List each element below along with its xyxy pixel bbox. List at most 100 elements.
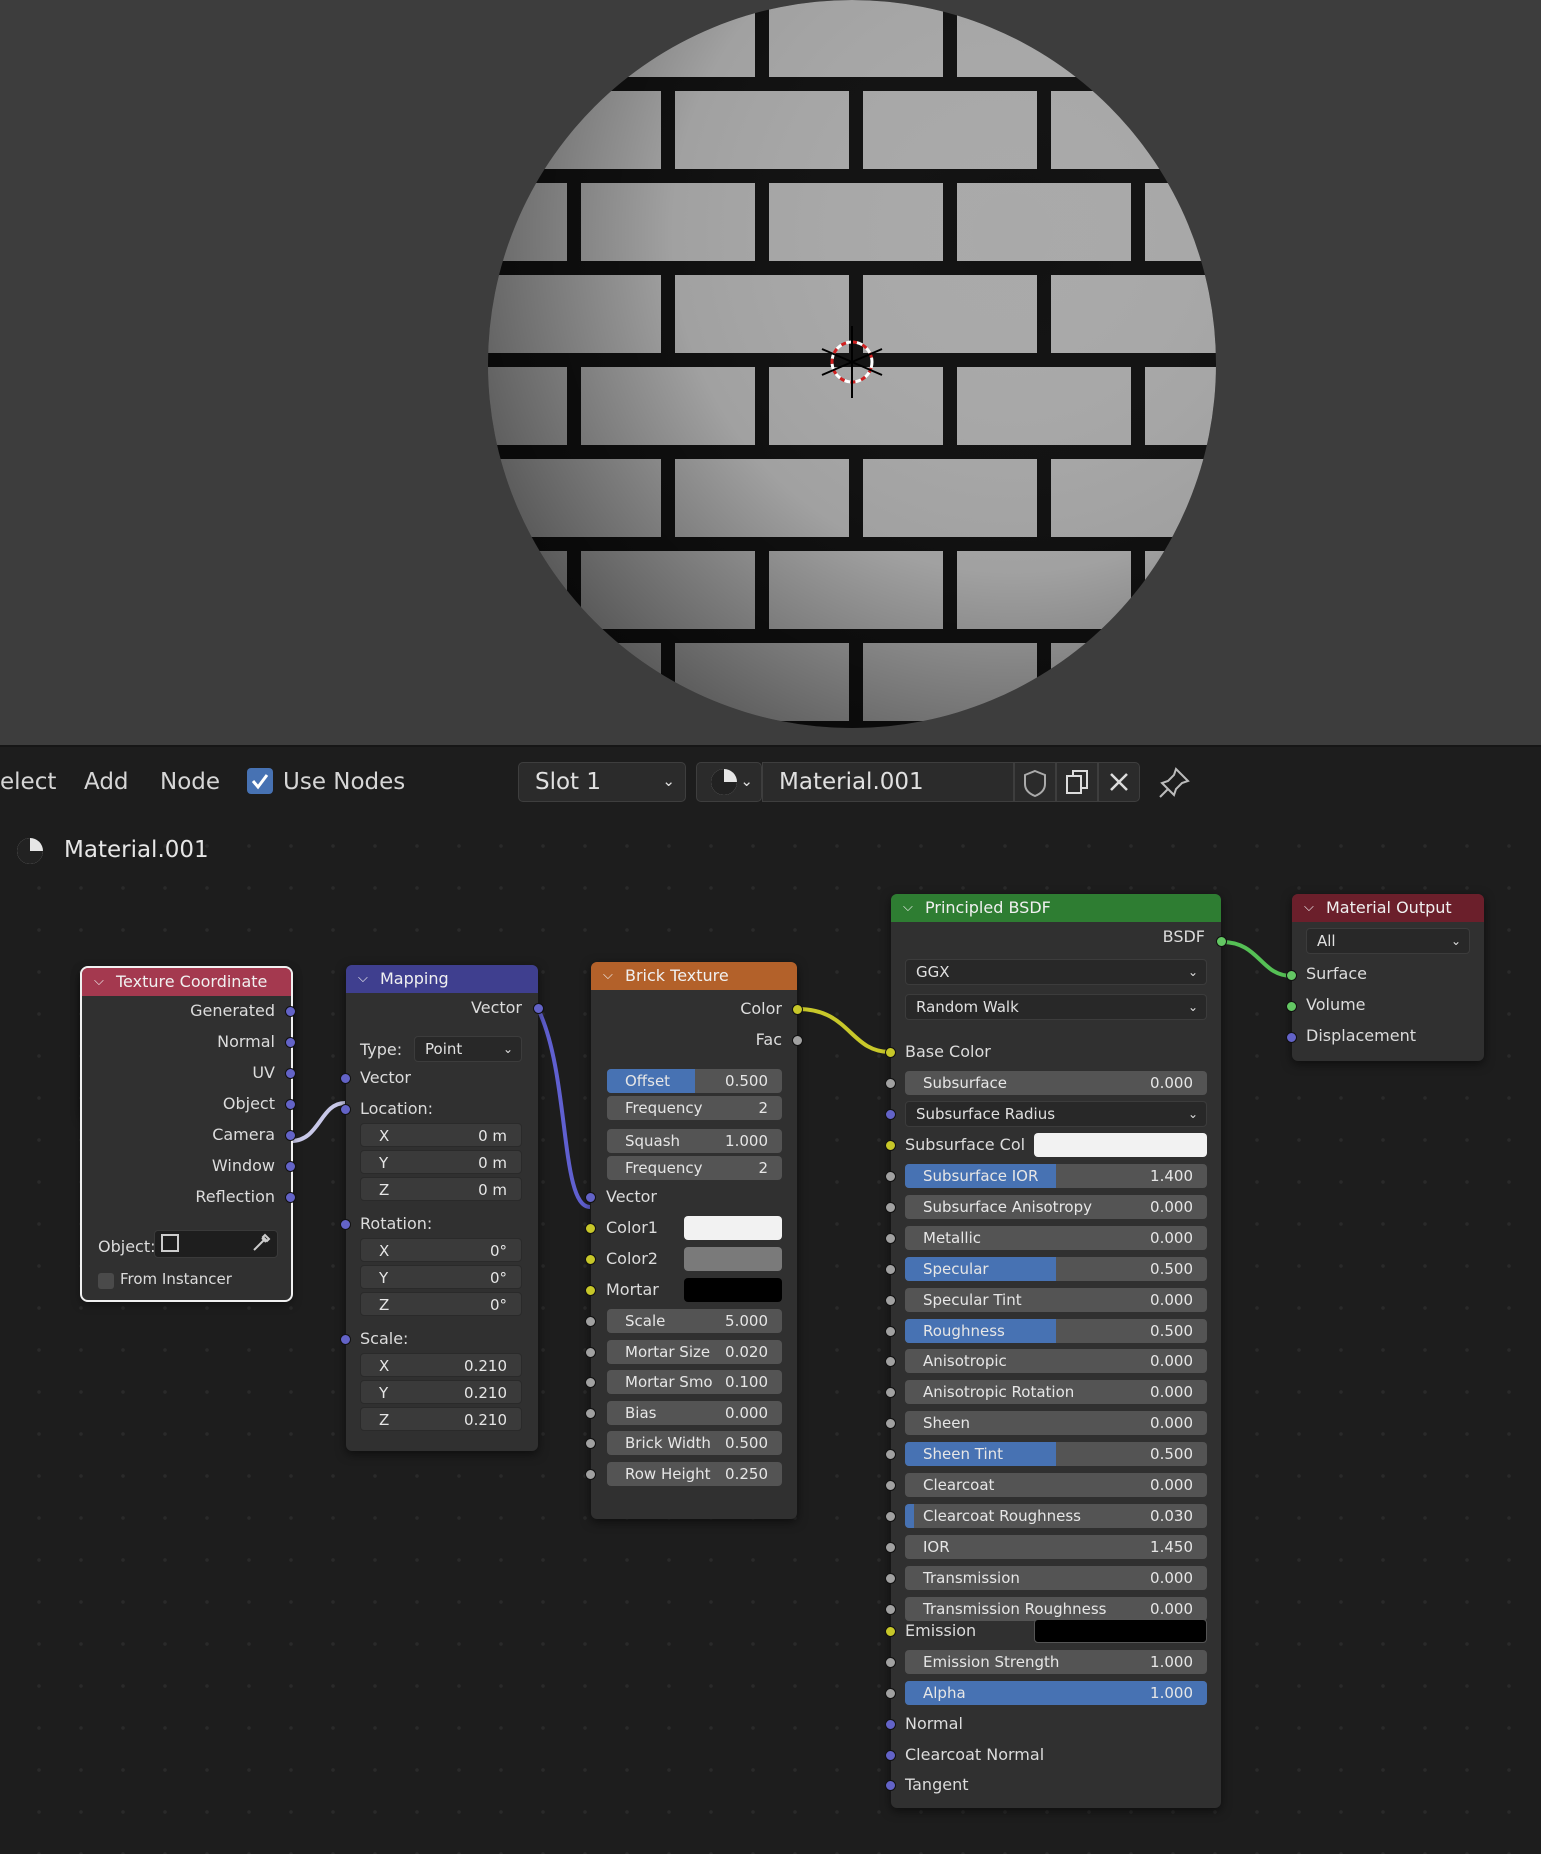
socket-bsdf-field[interactable] (885, 1263, 896, 1275)
location-x-field[interactable]: X0 m (360, 1123, 522, 1147)
socket-camera[interactable] (285, 1130, 296, 1141)
use-nodes-label[interactable]: Use Nodes (283, 769, 405, 795)
socket-normal[interactable] (885, 1719, 896, 1730)
socket-bsdf-field[interactable] (885, 1449, 896, 1461)
scale-y-field[interactable]: Y 0.210 (360, 1380, 522, 1404)
socket-bsdf-field[interactable] (885, 1356, 896, 1368)
brick-field[interactable]: Bias 0.000 (607, 1400, 782, 1425)
target-dropdown[interactable]: All ⌄ (1306, 928, 1470, 954)
object-picker-field[interactable] (154, 1230, 278, 1258)
socket-bsdf-field[interactable] (885, 1387, 896, 1399)
subsurface-color-swatch[interactable] (1034, 1133, 1207, 1157)
texture-coordinate-header[interactable]: ⌵ Texture Coordinate (82, 968, 291, 996)
socket-normal[interactable] (285, 1037, 296, 1048)
socket-bsdf-field[interactable] (885, 1603, 896, 1615)
location-z-field[interactable]: Z0 m (360, 1177, 522, 1201)
texture-coordinate-node-body[interactable]: ⌵ Texture Coordinate Generated Normal UV… (80, 966, 296, 1302)
material-browse-button[interactable]: ⌄ (696, 762, 762, 802)
socket-emission-strength[interactable] (885, 1657, 896, 1668)
distribution-dropdown[interactable]: GGX ⌄ (905, 959, 1207, 985)
socket-bsdf-field[interactable] (885, 1325, 896, 1337)
material-name-field[interactable]: Material.001 (762, 762, 1014, 802)
socket-alpha[interactable] (885, 1688, 896, 1699)
socket-bsdf-field[interactable] (885, 1201, 896, 1213)
socket-output-bsdf[interactable] (1216, 936, 1227, 947)
rotation-z-field[interactable]: Z 0° (360, 1292, 522, 1316)
socket-output-color[interactable] (792, 1004, 803, 1015)
mortar-swatch[interactable] (684, 1278, 782, 1302)
subsurface-radius-dropdown[interactable]: Subsurface Radius ⌄ (905, 1101, 1207, 1127)
node-editor-canvas[interactable]: Material.001 ⌵ Texture Coordinate Genera… (0, 817, 1541, 1854)
socket-bsdf-field[interactable] (885, 1171, 896, 1182)
squash-frequency-field[interactable]: Frequency 2 (607, 1156, 782, 1180)
bsdf-field[interactable]: Clearcoat Roughness 0.030 (905, 1503, 1207, 1528)
from-instancer-checkbox[interactable] (98, 1273, 114, 1289)
emission-strength-field[interactable]: Emission Strength 1.000 (905, 1650, 1207, 1674)
socket-bsdf-field[interactable] (885, 1541, 896, 1553)
mapping-header[interactable]: ⌵ Mapping (346, 965, 538, 993)
socket-surface[interactable] (1286, 970, 1297, 981)
socket-bsdf-field[interactable] (885, 1418, 896, 1430)
bsdf-field[interactable]: IOR 1.450 (905, 1534, 1207, 1559)
principled-bsdf-node[interactable]: ⌵ Principled BSDF BSDF GGX ⌄ Random Walk ⌄… (885, 894, 1227, 1808)
brick-field[interactable]: Row Height 0.250 (607, 1461, 782, 1486)
scale-z-field[interactable]: Z 0.210 (360, 1407, 522, 1431)
unlink-material-button[interactable] (1098, 762, 1140, 802)
socket-location[interactable] (340, 1104, 351, 1115)
bsdf-field[interactable]: Subsurface Anisotropy 0.000 (905, 1194, 1207, 1219)
socket-brick-field[interactable] (585, 1468, 596, 1480)
duplicate-material-button[interactable] (1056, 762, 1098, 802)
material-output-node[interactable]: ⌵ Material Output All ⌄ Surface Volume Di… (1286, 894, 1484, 1061)
socket-subsurface-radius[interactable] (885, 1109, 896, 1120)
bsdf-field[interactable]: Transmission Roughness 0.000 (905, 1596, 1207, 1621)
menu-node[interactable]: Node (160, 769, 220, 795)
bsdf-field[interactable]: Anisotropic 0.000 (905, 1349, 1207, 1374)
bsdf-field[interactable]: Transmission 0.000 (905, 1565, 1207, 1590)
principled-bsdf-header[interactable]: ⌵ Principled BSDF (891, 894, 1221, 922)
socket-mortar[interactable] (585, 1285, 596, 1296)
socket-window[interactable] (285, 1161, 296, 1172)
3d-viewport[interactable] (0, 0, 1541, 745)
brick-field[interactable]: Mortar Smo 0.100 (607, 1370, 782, 1394)
squash-field[interactable]: Squash 1.000 (607, 1129, 782, 1153)
bsdf-field[interactable]: Specular 0.500 (905, 1256, 1207, 1281)
socket-generated[interactable] (285, 1006, 296, 1017)
socket-input-vector[interactable] (340, 1073, 351, 1084)
menu-select[interactable]: elect (0, 769, 56, 795)
bsdf-field[interactable]: Roughness 0.500 (905, 1318, 1207, 1343)
socket-color1[interactable] (585, 1223, 596, 1234)
socket-object[interactable] (285, 1099, 296, 1110)
subsurface-field[interactable]: Subsurface 0.000 (905, 1071, 1207, 1095)
socket-uv[interactable] (285, 1068, 296, 1079)
bsdf-field[interactable]: Clearcoat 0.000 (905, 1473, 1207, 1497)
emission-swatch[interactable] (1034, 1619, 1207, 1643)
socket-brick-field[interactable] (585, 1438, 596, 1449)
bsdf-field[interactable]: Metallic 0.000 (905, 1225, 1207, 1250)
socket-volume[interactable] (1286, 1001, 1297, 1012)
pin-button[interactable] (1156, 763, 1194, 801)
frequency-field[interactable]: Frequency 2 (607, 1096, 782, 1120)
socket-rotation[interactable] (340, 1219, 351, 1230)
rotation-y-field[interactable]: Y 0° (360, 1265, 522, 1289)
type-dropdown[interactable]: Point ⌄ (414, 1036, 522, 1062)
socket-tangent[interactable] (885, 1780, 896, 1791)
socket-color2[interactable] (585, 1254, 596, 1265)
brick-texture-header[interactable]: ⌵ Brick Texture (591, 962, 797, 990)
socket-scale[interactable] (340, 1334, 351, 1345)
material-output-header[interactable]: ⌵ Material Output (1292, 894, 1484, 922)
socket-subsurface-color[interactable] (885, 1140, 896, 1151)
brick-field[interactable]: Brick Width 0.500 (607, 1431, 782, 1455)
socket-displacement[interactable] (1286, 1032, 1297, 1043)
socket-bsdf-field[interactable] (885, 1480, 896, 1491)
color2-swatch[interactable] (684, 1247, 782, 1271)
socket-brick-field[interactable] (585, 1407, 596, 1419)
menu-add[interactable]: Add (84, 769, 129, 795)
subsurface-method-dropdown[interactable]: Random Walk ⌄ (905, 994, 1207, 1020)
bsdf-field[interactable]: Anisotropic Rotation 0.000 (905, 1380, 1207, 1405)
socket-bsdf-field[interactable] (885, 1572, 896, 1584)
color1-swatch[interactable] (684, 1216, 782, 1240)
fake-user-button[interactable] (1014, 762, 1056, 802)
bsdf-field[interactable]: Specular Tint 0.000 (905, 1287, 1207, 1312)
bsdf-field[interactable]: Sheen 0.000 (905, 1411, 1207, 1436)
brick-field[interactable]: Scale 5.000 (607, 1309, 782, 1333)
